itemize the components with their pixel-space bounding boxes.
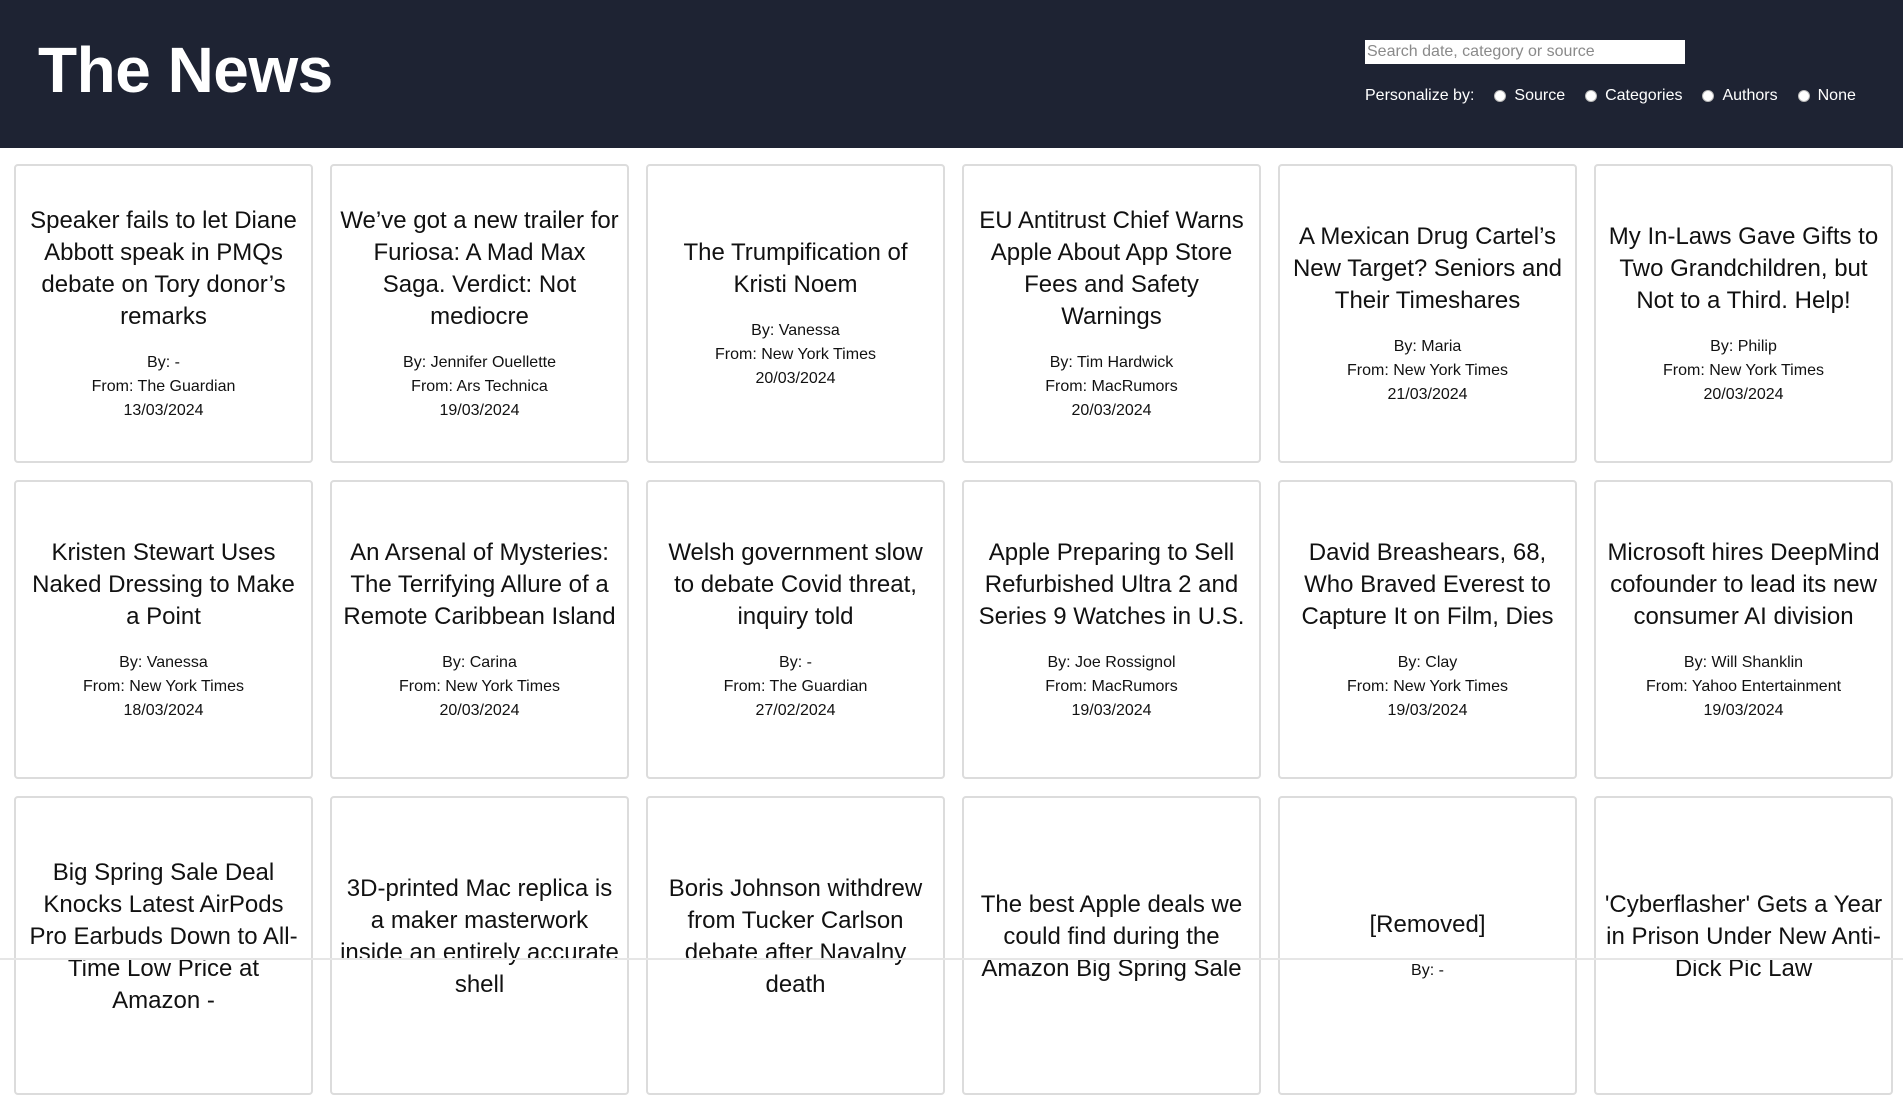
radio-label: None xyxy=(1817,87,1856,104)
radio-button[interactable] xyxy=(1702,90,1715,102)
article-date: 13/03/2024 xyxy=(123,401,204,419)
article-card[interactable]: Welsh government slow to debate Covid th… xyxy=(646,480,945,779)
article-date: 19/03/2024 xyxy=(1703,701,1784,719)
article-title[interactable]: The best Apple deals we could find durin… xyxy=(972,889,1251,985)
article-card[interactable]: Kristen Stewart Uses Naked Dressing to M… xyxy=(14,480,313,779)
article-author: By: Jennifer Ouellette xyxy=(403,353,556,371)
personalize-option-source[interactable]: Source xyxy=(1494,87,1565,105)
radio-label: Authors xyxy=(1722,87,1778,104)
article-title[interactable]: We’ve got a new trailer for Furiosa: A M… xyxy=(340,205,619,333)
article-source: From: New York Times xyxy=(1347,677,1508,695)
article-title[interactable]: Welsh government slow to debate Covid th… xyxy=(656,537,935,633)
radio-button[interactable] xyxy=(1585,90,1598,102)
article-card[interactable]: [Removed] By: - xyxy=(1278,796,1577,1095)
article-author: By: Carina xyxy=(442,653,517,671)
radio-label: Categories xyxy=(1605,87,1683,104)
article-card[interactable]: A Mexican Drug Cartel’s New Target? Seni… xyxy=(1278,164,1577,463)
radio-button[interactable] xyxy=(1494,90,1507,102)
article-source: From: New York Times xyxy=(715,345,876,363)
article-grid: Speaker fails to let Diane Abbott speak … xyxy=(14,164,1894,1095)
radio-button[interactable] xyxy=(1797,90,1810,102)
article-author: By: Vanessa xyxy=(119,653,208,671)
article-title[interactable]: My In-Laws Gave Gifts to Two Grandchildr… xyxy=(1604,221,1883,317)
article-title[interactable]: A Mexican Drug Cartel’s New Target? Seni… xyxy=(1288,221,1567,317)
article-card[interactable]: EU Antitrust Chief Warns Apple About App… xyxy=(962,164,1261,463)
personalize-controls: Personalize by: Source Categories Author… xyxy=(1365,84,1856,108)
article-date: 20/03/2024 xyxy=(755,369,836,387)
article-title[interactable]: Microsoft hires DeepMind cofounder to le… xyxy=(1604,537,1883,633)
article-title[interactable]: An Arsenal of Mysteries: The Terrifying … xyxy=(340,537,619,633)
article-source: From: The Guardian xyxy=(91,377,236,395)
article-author: By: Vanessa xyxy=(751,321,840,339)
article-source: From: MacRumors xyxy=(1045,377,1178,395)
article-date: 19/03/2024 xyxy=(1071,701,1152,719)
article-source: From: Yahoo Entertainment xyxy=(1645,677,1842,695)
article-date: 20/03/2024 xyxy=(1703,385,1784,403)
article-card[interactable]: David Breashears, 68, Who Braved Everest… xyxy=(1278,480,1577,779)
article-title[interactable]: [Removed] xyxy=(1369,909,1485,941)
article-source: From: Ars Technica xyxy=(411,377,548,395)
article-title[interactable]: 3D-printed Mac replica is a maker master… xyxy=(340,873,619,1001)
article-source: From: New York Times xyxy=(83,677,244,695)
article-author: By: Joe Rossignol xyxy=(1047,653,1176,671)
article-source: From: New York Times xyxy=(399,677,560,695)
article-date: 18/03/2024 xyxy=(123,701,204,719)
article-title[interactable]: Speaker fails to let Diane Abbott speak … xyxy=(24,205,303,333)
article-card[interactable]: My In-Laws Gave Gifts to Two Grandchildr… xyxy=(1594,164,1893,463)
article-author: By: - xyxy=(1411,961,1444,979)
article-title[interactable]: 'Cyberflasher' Gets a Year in Prison Und… xyxy=(1604,889,1883,985)
article-source: From: MacRumors xyxy=(1045,677,1178,695)
article-card[interactable]: Big Spring Sale Deal Knocks Latest AirPo… xyxy=(14,796,313,1095)
article-source: From: The Guardian xyxy=(723,677,868,695)
site-title: The News xyxy=(38,34,333,106)
article-source: From: New York Times xyxy=(1663,361,1824,379)
article-title[interactable]: Boris Johnson withdrew from Tucker Carls… xyxy=(656,873,935,1001)
article-date: 21/03/2024 xyxy=(1387,385,1468,403)
radio-label: Source xyxy=(1514,87,1566,104)
article-card[interactable]: Boris Johnson withdrew from Tucker Carls… xyxy=(646,796,945,1095)
article-card[interactable]: The best Apple deals we could find durin… xyxy=(962,796,1261,1095)
article-source: From: New York Times xyxy=(1347,361,1508,379)
article-date: 19/03/2024 xyxy=(439,401,520,419)
personalize-option-none[interactable]: None xyxy=(1797,87,1856,105)
article-date: 27/02/2024 xyxy=(755,701,836,719)
article-date: 20/03/2024 xyxy=(439,701,520,719)
article-title[interactable]: Apple Preparing to Sell Refurbished Ultr… xyxy=(972,537,1251,633)
personalize-label: Personalize by: xyxy=(1365,87,1475,104)
article-author: By: Philip xyxy=(1710,337,1777,355)
article-card[interactable]: 'Cyberflasher' Gets a Year in Prison Und… xyxy=(1594,796,1893,1095)
article-author: By: - xyxy=(147,353,180,371)
article-title[interactable]: Kristen Stewart Uses Naked Dressing to M… xyxy=(24,537,303,633)
article-title[interactable]: EU Antitrust Chief Warns Apple About App… xyxy=(972,205,1251,333)
article-author: By: Clay xyxy=(1397,653,1458,671)
article-date: 19/03/2024 xyxy=(1387,701,1468,719)
article-card[interactable]: 3D-printed Mac replica is a maker master… xyxy=(330,796,629,1095)
search-input[interactable] xyxy=(1365,40,1685,64)
viewport-bottom-edge xyxy=(0,958,1903,960)
article-author: By: Will Shanklin xyxy=(1683,653,1804,671)
article-card[interactable]: Microsoft hires DeepMind cofounder to le… xyxy=(1594,480,1893,779)
article-author: By: Tim Hardwick xyxy=(1049,353,1174,371)
site-header: The News Personalize by: Source Categori… xyxy=(0,0,1903,148)
article-card[interactable]: We’ve got a new trailer for Furiosa: A M… xyxy=(330,164,629,463)
article-card[interactable]: Speaker fails to let Diane Abbott speak … xyxy=(14,164,313,463)
article-card[interactable]: An Arsenal of Mysteries: The Terrifying … xyxy=(330,480,629,779)
article-author: By: Maria xyxy=(1393,337,1462,355)
article-card[interactable]: Apple Preparing to Sell Refurbished Ultr… xyxy=(962,480,1261,779)
article-title[interactable]: David Breashears, 68, Who Braved Everest… xyxy=(1288,537,1567,633)
article-date: 20/03/2024 xyxy=(1071,401,1152,419)
article-title[interactable]: Big Spring Sale Deal Knocks Latest AirPo… xyxy=(24,857,303,1017)
article-card[interactable]: The Trumpification of Kristi Noem By: Va… xyxy=(646,164,945,463)
personalize-option-authors[interactable]: Authors xyxy=(1702,87,1778,105)
personalize-option-categories[interactable]: Categories xyxy=(1585,87,1682,105)
article-title[interactable]: The Trumpification of Kristi Noem xyxy=(656,237,935,301)
article-author: By: - xyxy=(779,653,812,671)
